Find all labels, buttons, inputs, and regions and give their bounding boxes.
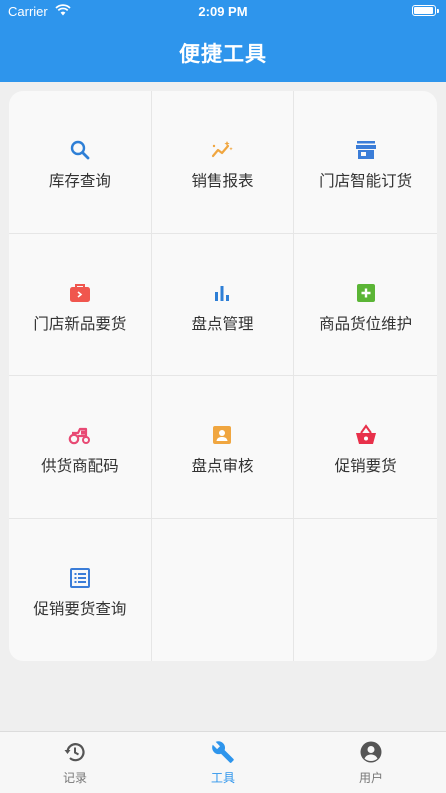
tractor-icon — [67, 422, 93, 448]
header: Carrier 2:09 PM 便捷工具 — [0, 0, 446, 82]
tool-label: 盘点审核 — [191, 457, 254, 475]
tool-label: 促销要货查询 — [33, 599, 127, 618]
tool-item[interactable]: 供货商配码 — [9, 376, 152, 519]
status-bar: Carrier 2:09 PM — [0, 0, 446, 24]
wrench-icon — [211, 740, 235, 764]
tab-user[interactable]: 用户 — [297, 732, 445, 793]
tool-item[interactable]: 促销要货 — [294, 376, 437, 519]
user-icon — [359, 740, 383, 764]
tab-bar: 记录 工具 用户 — [0, 731, 446, 793]
history-icon — [63, 740, 87, 764]
tab-wrench[interactable]: 工具 — [149, 732, 297, 793]
tool-item[interactable]: 商品货位维护 — [294, 234, 437, 376]
store-icon — [353, 137, 379, 163]
tool-label: 促销要货 — [334, 457, 397, 475]
tool-item[interactable]: 库存查询 — [9, 91, 152, 234]
tab-label: 工具 — [210, 771, 235, 785]
add-box-icon — [353, 280, 379, 306]
page-title: 便捷工具 — [179, 42, 267, 66]
tool-item[interactable]: 盘点管理 — [151, 233, 295, 376]
tool-label: 销售报表 — [191, 172, 254, 190]
tool-item[interactable]: 门店新品要货 — [9, 233, 152, 376]
tool-label: 商品货位维护 — [319, 314, 413, 333]
tool-item[interactable]: 盘点审核 — [151, 376, 295, 519]
search-icon — [67, 137, 93, 163]
tab-label: 记录 — [62, 771, 87, 785]
tool-label: 门店新品要货 — [33, 314, 127, 333]
tool-item[interactable]: 促销要货查询 — [9, 518, 152, 661]
briefcase-icon — [67, 280, 93, 306]
tab-label: 用户 — [358, 771, 383, 785]
tools-grid: 库存查询 销售报表 门店智能订货 门店新品要货 盘点管理 商品货位维护 供货商配码 盘点审核促… — [9, 91, 437, 661]
status-time: 2:09 PM — [198, 4, 248, 19]
tool-item[interactable]: 门店智能订货 — [294, 91, 437, 234]
empty-cell — [294, 519, 437, 662]
bar-chart-icon — [209, 280, 235, 306]
tool-label: 供货商配码 — [41, 457, 119, 475]
tool-label: 库存查询 — [48, 172, 111, 190]
contact-card-icon — [209, 422, 235, 448]
tool-label: 门店智能订货 — [319, 172, 413, 190]
basket-icon — [353, 422, 379, 448]
trend-chart-icon — [209, 137, 235, 163]
battery-icon — [412, 5, 439, 16]
tab-history[interactable]: 记录 — [1, 732, 149, 793]
tool-label: 盘点管理 — [191, 314, 254, 333]
empty-cell — [152, 518, 295, 661]
tool-item[interactable]: 销售报表 — [151, 91, 295, 234]
list-icon — [67, 565, 93, 591]
